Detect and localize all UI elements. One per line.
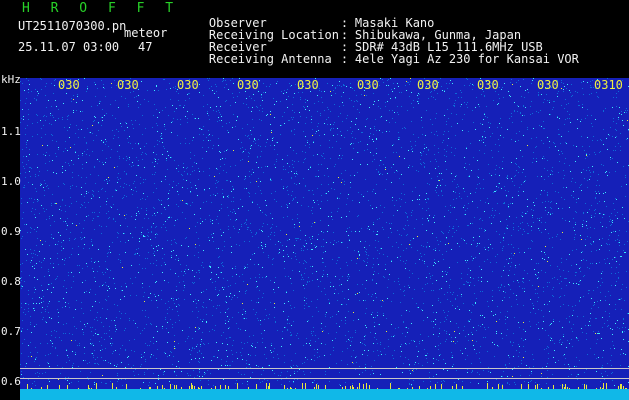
spectrogram — [20, 78, 629, 400]
x-tick-label: 0310 — [594, 78, 623, 92]
x-tick-label: 030 — [117, 78, 139, 92]
y-tick-label: 1.1 — [1, 125, 21, 138]
threshold-line-upper — [20, 368, 629, 369]
x-tick-label: 030 — [297, 78, 319, 92]
spectrogram-noise — [20, 78, 629, 390]
x-tick-label: 030 — [357, 78, 379, 92]
type-label: meteor — [124, 26, 168, 40]
y-tick-label: 0.7 — [1, 325, 21, 338]
app-name: H R O F F T — [22, 1, 180, 16]
x-tick-label: 030 — [177, 78, 199, 92]
filename: UT2511070300.pn — [18, 19, 127, 33]
meta-separator: : — [340, 52, 349, 66]
datetime: 25.11.07 03:00 — [18, 40, 120, 54]
x-tick-label: 030 — [237, 78, 259, 92]
meta-row-antenna: Receiving Antenna:4ele Yagi Az 230 for K… — [180, 41, 579, 77]
meta-value: 4ele Yagi Az 230 for Kansai VOR — [354, 52, 579, 66]
baseline-band — [20, 389, 629, 400]
x-tick-label: 030 — [417, 78, 439, 92]
x-tick-label: 030 — [477, 78, 499, 92]
y-tick-label: 0.8 — [1, 275, 21, 288]
meta-label: Receiving Antenna — [208, 52, 332, 66]
x-tick-label: 030 — [58, 78, 80, 92]
y-tick-label: 1.0 — [1, 175, 21, 188]
y-tick-label: 0.6 — [1, 375, 21, 388]
x-tick-label: 030 — [537, 78, 559, 92]
detection-count: 47 — [138, 40, 153, 54]
y-tick-label: 0.9 — [1, 225, 21, 238]
threshold-line-lower — [20, 378, 629, 379]
axis-unit-label: kHz — [1, 73, 21, 86]
header-panel: H R O F F T UT2511070300.pn meteor 25.11… — [0, 0, 629, 78]
